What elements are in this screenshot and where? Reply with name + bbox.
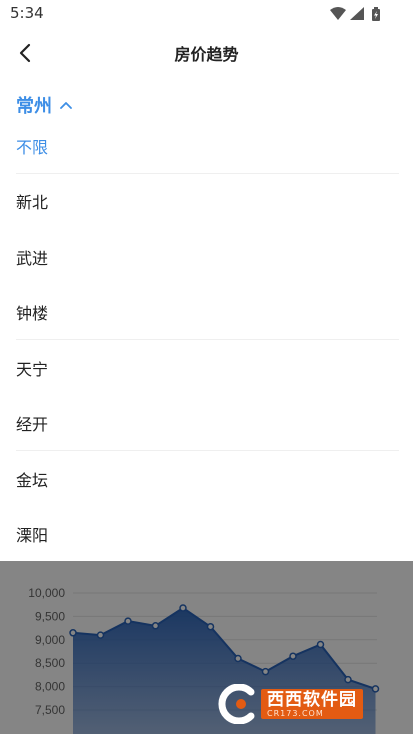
district-item-tianning[interactable]: 天宁 (0, 340, 413, 396)
watermark-logo-icon (218, 684, 255, 724)
page-title: 房价趋势 (174, 45, 239, 64)
city-dropdown[interactable]: 常州 (16, 92, 72, 118)
district-item-xinbei[interactable]: 新北 (0, 174, 413, 230)
watermark-url: CR173.COM (267, 708, 324, 718)
district-item-zhonglou[interactable]: 钟楼 (0, 285, 413, 341)
district-item-unlimited[interactable]: 不限 (0, 118, 413, 174)
cell-signal-icon (350, 7, 364, 20)
status-time: 5:34 (10, 4, 44, 22)
status-icons (329, 6, 385, 22)
wifi-icon (330, 7, 346, 20)
district-item-wujin[interactable]: 武进 (0, 229, 413, 285)
watermark-brand: 西西软件园 (267, 689, 357, 710)
watermark: 西西软件园 CR173.COM (213, 684, 393, 724)
chevron-up-icon (60, 102, 72, 109)
battery-icon (372, 7, 380, 21)
district-item-jingkai[interactable]: 经开 (0, 396, 413, 452)
watermark-text: 西西软件园 CR173.COM (261, 689, 363, 719)
district-list: 不限 新北 武进 钟楼 天宁 经开 金坛 溧阳 (0, 118, 413, 562)
district-item-liyang[interactable]: 溧阳 (0, 507, 413, 563)
district-item-jintan[interactable]: 金坛 (0, 451, 413, 507)
city-name: 常州 (16, 96, 52, 117)
status-bar: 5:34 (0, 0, 413, 28)
nav-bar: 房价趋势 (0, 28, 413, 76)
